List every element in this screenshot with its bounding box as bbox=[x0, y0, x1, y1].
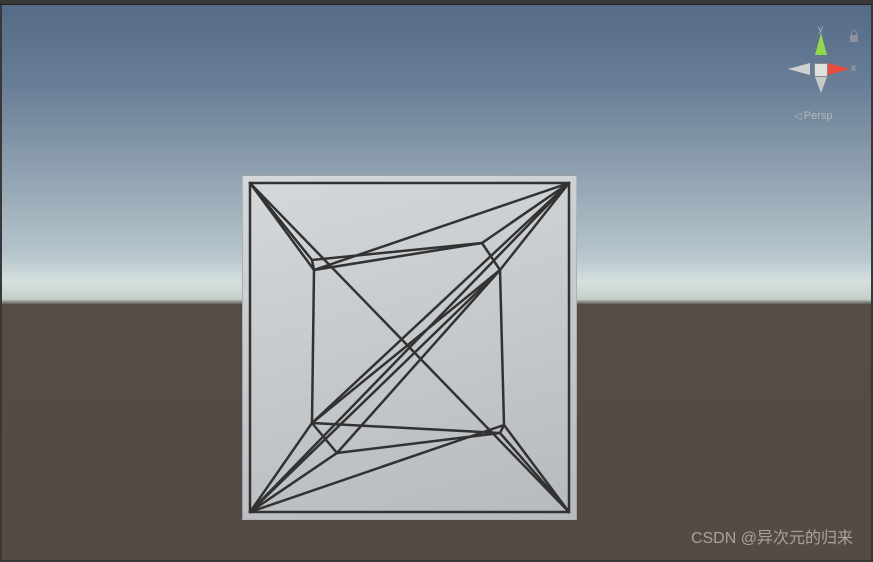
projection-mode-label: Persp bbox=[804, 110, 833, 122]
chevron-left-icon: ◁ bbox=[794, 111, 802, 122]
axis-neg-x-icon[interactable] bbox=[788, 63, 814, 75]
mesh-wireframe bbox=[242, 175, 577, 520]
axis-neg-y-icon[interactable] bbox=[815, 77, 827, 97]
projection-toggle[interactable]: ◁ Persp bbox=[794, 110, 832, 122]
orientation-gizmo[interactable]: y x ◁ Persp bbox=[786, 15, 861, 115]
mesh-quad-triangulated[interactable] bbox=[242, 175, 577, 520]
watermark: CSDN @异次元的归来 bbox=[691, 524, 853, 548]
gizmo-center-cube[interactable] bbox=[814, 63, 828, 77]
axis-gizmo[interactable]: y x bbox=[786, 15, 861, 90]
axis-label-x: x bbox=[851, 63, 856, 74]
axis-label-y: y bbox=[818, 24, 823, 35]
scene-view[interactable]: y x ◁ Persp CSDN @异次元的归来 bbox=[2, 5, 871, 560]
watermark-prefix: CSDN bbox=[691, 530, 736, 547]
watermark-handle: @异次元的归来 bbox=[741, 530, 853, 547]
axis-y-icon[interactable] bbox=[815, 33, 827, 63]
